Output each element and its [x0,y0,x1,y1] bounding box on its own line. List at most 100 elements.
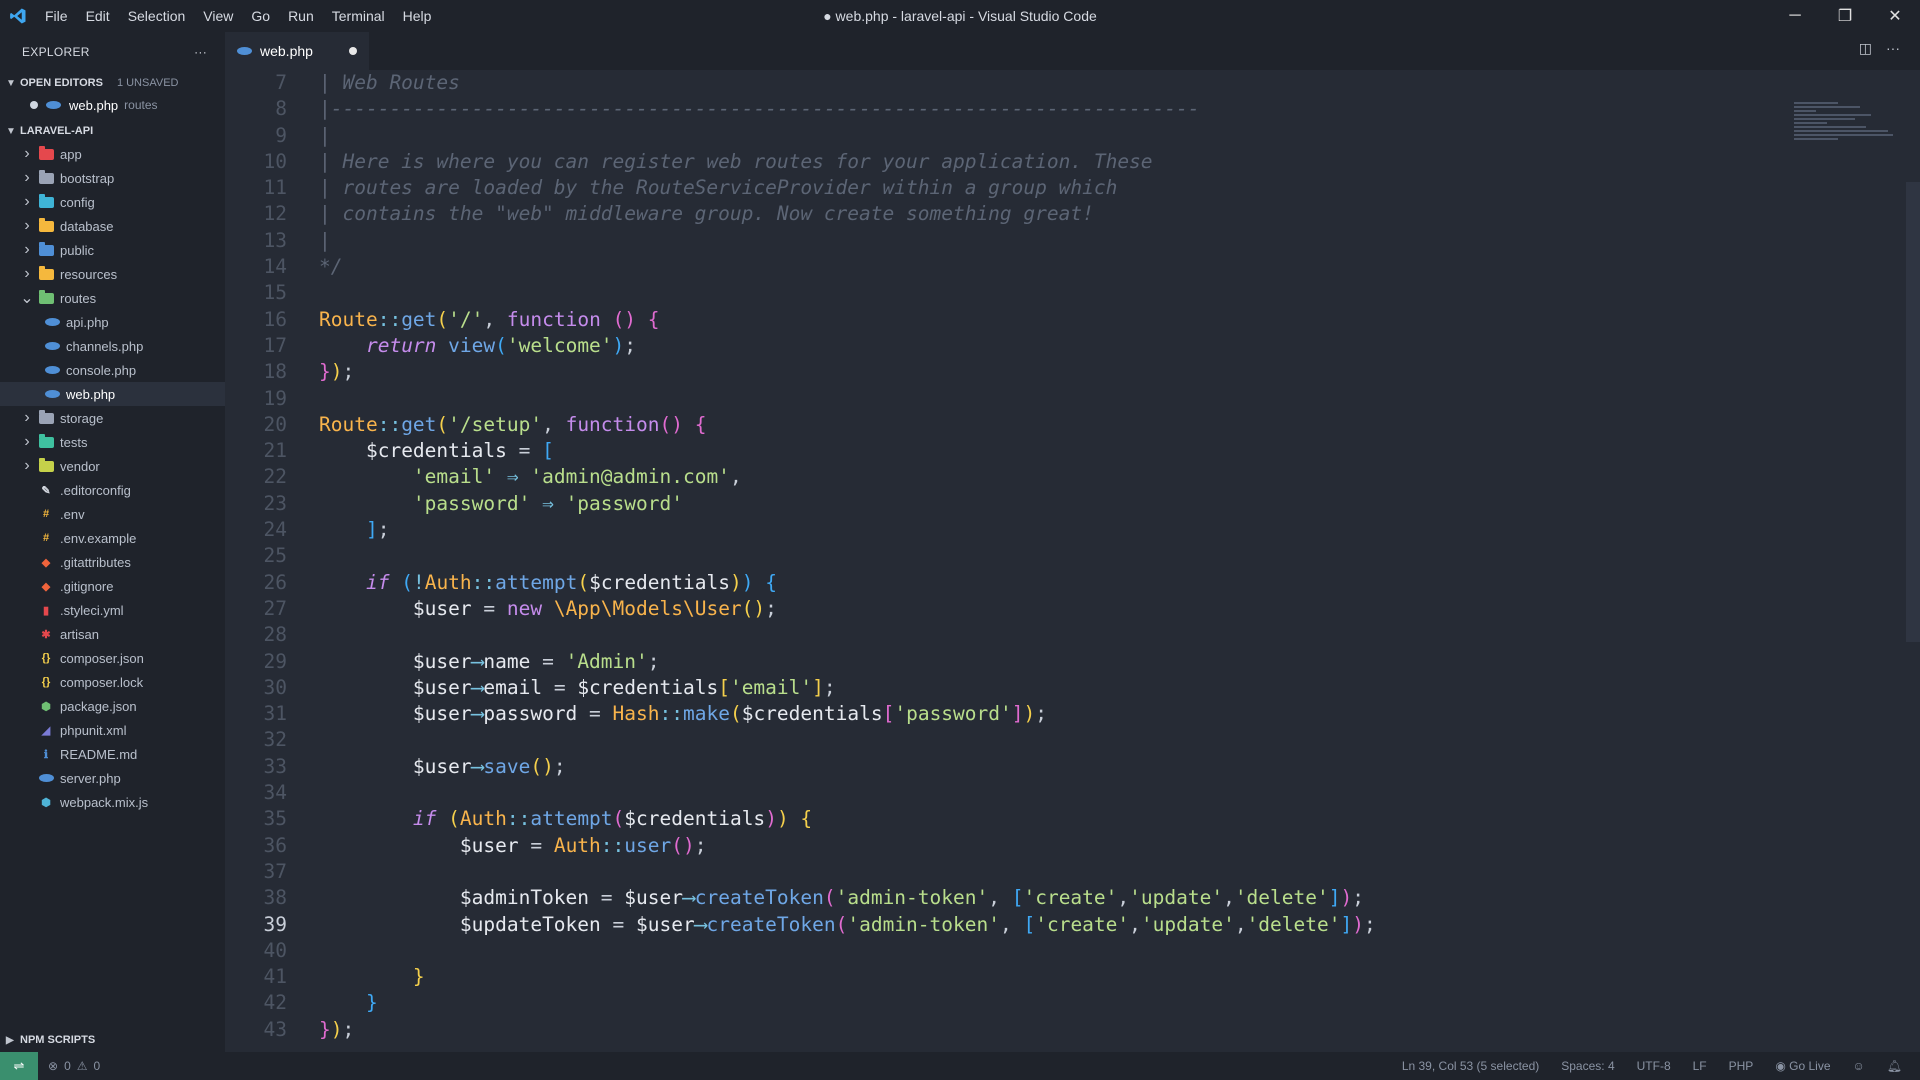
code-line[interactable]: 18}); [225,359,1785,385]
code-line[interactable]: 40 [225,938,1785,964]
feedback-icon[interactable]: ☺ [1853,1059,1865,1073]
code-line[interactable]: 36 $user = Auth:: user(); [225,833,1785,859]
tree-item[interactable]: ⬢ webpack.mix.js [0,790,225,814]
code-line[interactable]: 7 | Web Routes [225,70,1785,96]
code-line[interactable]: 21 $credentials = [ [225,438,1785,464]
vertical-scrollbar[interactable] [1906,182,1920,642]
code-line[interactable]: 28 [225,622,1785,648]
tree-item[interactable]: › storage [0,406,225,430]
tree-item[interactable]: ✱ artisan [0,622,225,646]
tree-item[interactable]: › database [0,214,225,238]
tree-item[interactable]: ⌄ routes [0,286,225,310]
code-token: ; [342,360,355,384]
code-line[interactable]: 32 [225,727,1785,753]
go-live-button[interactable]: ◉ Go Live [1775,1059,1830,1073]
menu-view[interactable]: View [194,0,242,32]
tree-item[interactable]: {} composer.lock [0,670,225,694]
tree-item[interactable]: ✎ .editorconfig [0,478,225,502]
code-line[interactable]: 41 } [225,964,1785,990]
code-line[interactable]: 11 | routes are loaded by the RouteServic… [225,175,1785,201]
notifications-bell-icon[interactable]: 🔔︎ [1887,1059,1902,1073]
tree-item[interactable]: › config [0,190,225,214]
code-line[interactable]: 13 | [225,228,1785,254]
code-line[interactable]: 14 */ [225,254,1785,280]
code-line[interactable]: 30 $user ⟶ email = $credentials['email']; [225,675,1785,701]
code-line[interactable]: 35 if (Auth:: attempt($credentials)) { [225,806,1785,832]
code-line[interactable]: 33 $user ⟶ save(); [225,754,1785,780]
menu-edit[interactable]: Edit [77,0,119,32]
tree-item[interactable]: › tests [0,430,225,454]
menu-terminal[interactable]: Terminal [323,0,394,32]
minimize-button[interactable]: ─ [1770,0,1820,32]
code-line[interactable]: 22 'email' ⇒ 'admin@admin.com', [225,464,1785,490]
tree-item[interactable]: › bootstrap [0,166,225,190]
close-button[interactable]: ✕ [1870,0,1920,32]
code-line[interactable]: 12 | contains the "web" middleware group.… [225,201,1785,227]
tab-web-php[interactable]: web.php [225,32,369,70]
tree-item[interactable]: ⬢ package.json [0,694,225,718]
tree-item[interactable]: # .env [0,502,225,526]
code-line[interactable]: 23 'password' ⇒ 'password' [225,491,1785,517]
indentation[interactable]: Spaces: 4 [1561,1059,1614,1073]
code-line[interactable]: 42 } [225,990,1785,1016]
remote-icon[interactable]: ⇌ [0,1052,38,1080]
code-line[interactable]: 29 $user ⟶ name = 'Admin'; [225,649,1785,675]
tree-item[interactable]: ◆ .gitignore [0,574,225,598]
code-line[interactable]: 15 [225,280,1785,306]
tree-item[interactable]: web.php [0,382,225,406]
restore-button[interactable]: ❐ [1820,0,1870,32]
code-line[interactable]: 24 ]; [225,517,1785,543]
npm-scripts-header[interactable]: ▶ NPM SCRIPTS [0,1028,231,1052]
code-line[interactable]: 31 $user ⟶ password = Hash:: make($credenti… [225,701,1785,727]
code-line[interactable]: 43}); [225,1017,1785,1043]
code-line[interactable]: 37 [225,859,1785,885]
open-editors-header[interactable]: ▼ OPEN EDITORS 1 UNSAVED [0,72,225,94]
split-editor-icon[interactable]: ◫ [1859,40,1872,57]
code-line[interactable]: 19 [225,386,1785,412]
end-of-line[interactable]: LF [1693,1059,1707,1073]
menu-go[interactable]: Go [242,0,279,32]
language-mode[interactable]: PHP [1729,1059,1754,1073]
tree-item[interactable]: api.php [0,310,225,334]
cursor-position[interactable]: Ln 39, Col 53 (5 selected) [1402,1059,1539,1073]
minimap[interactable] [1794,102,1904,192]
tree-item[interactable]: › public [0,238,225,262]
tree-item[interactable]: {} composer.json [0,646,225,670]
code-line[interactable]: 9 | [225,123,1785,149]
code-line[interactable]: 20 Route:: get('/setup', function() { [225,412,1785,438]
tree-item[interactable]: › vendor [0,454,225,478]
code-line[interactable]: 16 Route:: get('/', function () { [225,307,1785,333]
code-line[interactable]: 10 | Here is where you can register web r… [225,149,1785,175]
tree-item[interactable]: console.php [0,358,225,382]
code-line[interactable]: 26 if (! Auth:: attempt($credentials)) { [225,570,1785,596]
tree-item[interactable]: ℹ README.md [0,742,225,766]
project-header[interactable]: ▼ LARAVEL-API [0,120,225,142]
menu-selection[interactable]: Selection [119,0,195,32]
more-actions-icon[interactable]: ··· [194,45,207,59]
tree-item[interactable]: › resources [0,262,225,286]
more-actions-icon[interactable]: ··· [1886,40,1900,57]
tree-item[interactable]: server.php [0,766,225,790]
code-line[interactable]: 27 $user = new \App\Models\User(); [225,596,1785,622]
open-editor-item[interactable]: web.php routes [0,94,225,116]
tree-item[interactable]: › app [0,142,225,166]
code-line[interactable]: 34 [225,780,1785,806]
problems-indicator[interactable]: ⊗ 0 ⚠ 0 [48,1059,100,1073]
code-line[interactable]: 39 $updateToken = $user ⟶ createToken('adm… [225,912,1785,938]
menu-help[interactable]: Help [394,0,441,32]
menu-file[interactable]: File [36,0,77,32]
code-line[interactable]: 17 return view('welcome'); [225,333,1785,359]
tree-item[interactable]: channels.php [0,334,225,358]
tree-item[interactable]: ◢ phpunit.xml [0,718,225,742]
encoding[interactable]: UTF-8 [1637,1059,1671,1073]
code-line[interactable]: 38 $adminToken = $user ⟶ createToken('admi… [225,885,1785,911]
code-editor[interactable]: 7 | Web Routes 8 |-------------------------… [225,70,1785,1052]
tree-item[interactable]: # .env.example [0,526,225,550]
tree-item[interactable]: ▮ .styleci.yml [0,598,225,622]
unsaved-dot-icon[interactable] [349,47,357,55]
tree-item[interactable]: ◆ .gitattributes [0,550,225,574]
menu-run[interactable]: Run [279,0,323,32]
code-line[interactable]: 8 |--------------------------------------… [225,96,1785,122]
code-line[interactable]: 25 [225,543,1785,569]
unsaved-dot-icon[interactable] [30,101,38,109]
